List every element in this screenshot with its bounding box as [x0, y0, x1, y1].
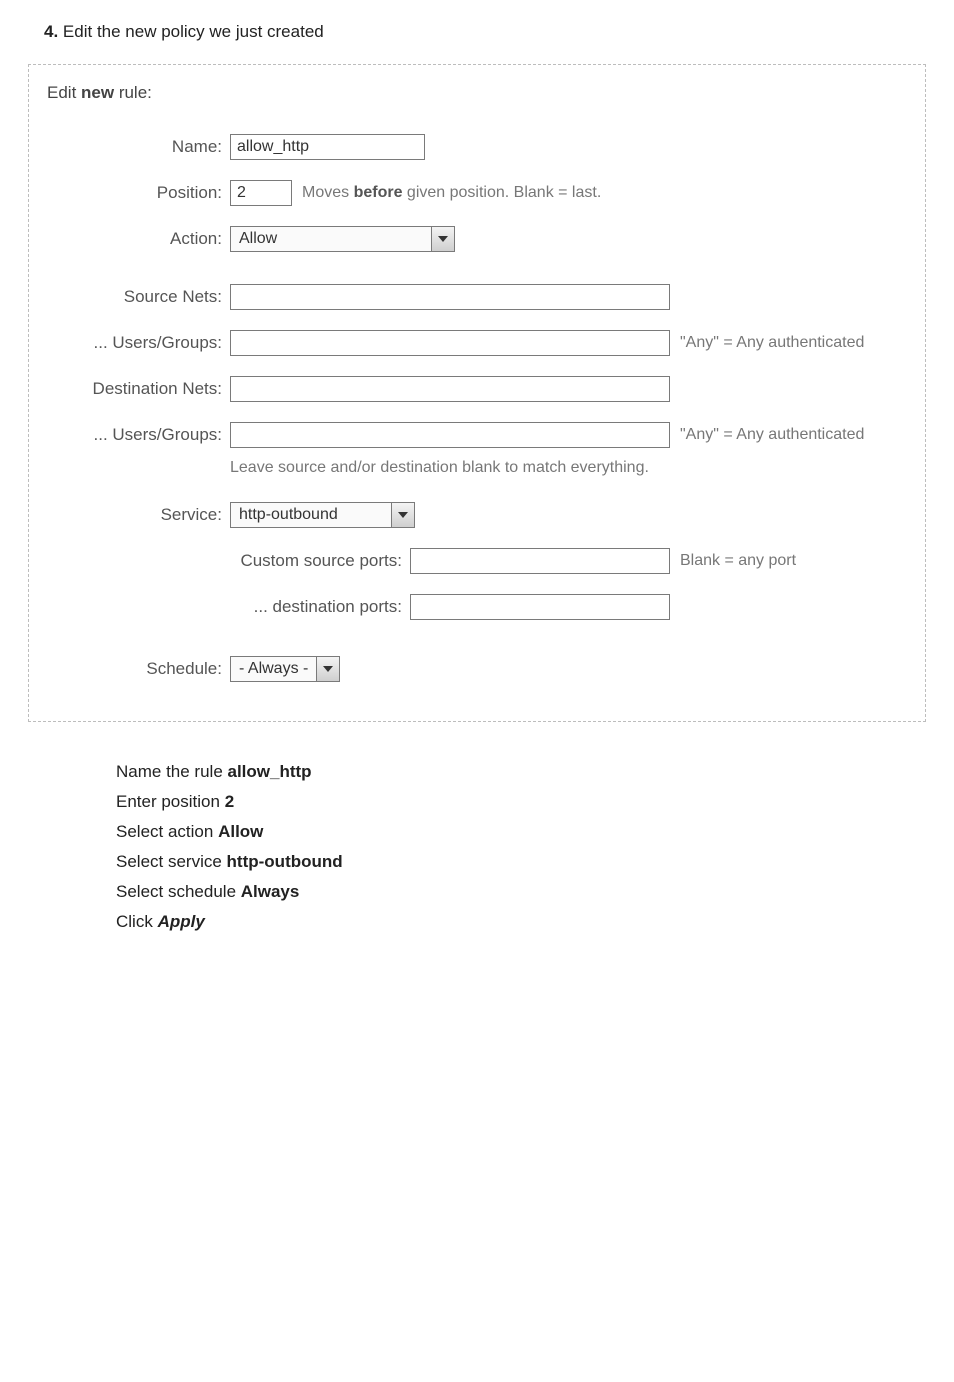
name-input[interactable]	[230, 134, 425, 160]
destination-nets-label: Destination Nets:	[47, 379, 230, 399]
step-number: 4.	[44, 22, 58, 41]
action-label: Action:	[47, 229, 230, 249]
step-text: Edit the new policy we just created	[63, 22, 324, 41]
service-label: Service:	[47, 505, 230, 525]
instructions: Name the rule allow_http Enter position …	[116, 762, 926, 932]
users-groups-input-1[interactable]	[230, 330, 670, 356]
action-select[interactable]: Allow	[230, 226, 455, 252]
chevron-down-icon	[391, 503, 414, 527]
source-nets-input[interactable]	[230, 284, 670, 310]
position-hint: Moves before given position. Blank = las…	[302, 184, 601, 202]
blank-port-hint: Blank = any port	[680, 552, 796, 570]
chevron-down-icon	[431, 227, 454, 251]
schedule-label: Schedule:	[47, 659, 230, 679]
service-select[interactable]: http-outbound	[230, 502, 415, 528]
panel-title-bold: new	[81, 83, 114, 102]
users-groups-label-2: ... Users/Groups:	[47, 425, 230, 445]
custom-source-ports-input[interactable]	[410, 548, 670, 574]
position-input[interactable]	[230, 180, 292, 206]
panel-title-suffix: rule:	[114, 83, 152, 102]
position-label: Position:	[47, 183, 230, 203]
panel-title-prefix: Edit	[47, 83, 81, 102]
step-line: 4. Edit the new policy we just created	[44, 22, 926, 42]
edit-rule-panel: Edit new rule: Name: Position: Moves bef…	[28, 64, 926, 722]
destination-ports-input[interactable]	[410, 594, 670, 620]
users-groups-label-1: ... Users/Groups:	[47, 333, 230, 353]
schedule-select[interactable]: - Always -	[230, 656, 340, 682]
any-auth-hint-2: "Any" = Any authenticated	[680, 426, 864, 444]
source-nets-label: Source Nets:	[47, 287, 230, 307]
blank-match-note: Leave source and/or destination blank to…	[230, 459, 917, 477]
destination-ports-label: ... destination ports:	[47, 597, 410, 617]
name-label: Name:	[47, 137, 230, 157]
action-select-value: Allow	[231, 230, 431, 248]
destination-nets-input[interactable]	[230, 376, 670, 402]
custom-source-ports-label: Custom source ports:	[47, 551, 410, 571]
chevron-down-icon	[316, 657, 339, 681]
users-groups-input-2[interactable]	[230, 422, 670, 448]
panel-title: Edit new rule:	[47, 83, 917, 103]
any-auth-hint-1: "Any" = Any authenticated	[680, 334, 864, 352]
service-select-value: http-outbound	[231, 506, 391, 524]
schedule-select-value: - Always -	[231, 660, 316, 678]
